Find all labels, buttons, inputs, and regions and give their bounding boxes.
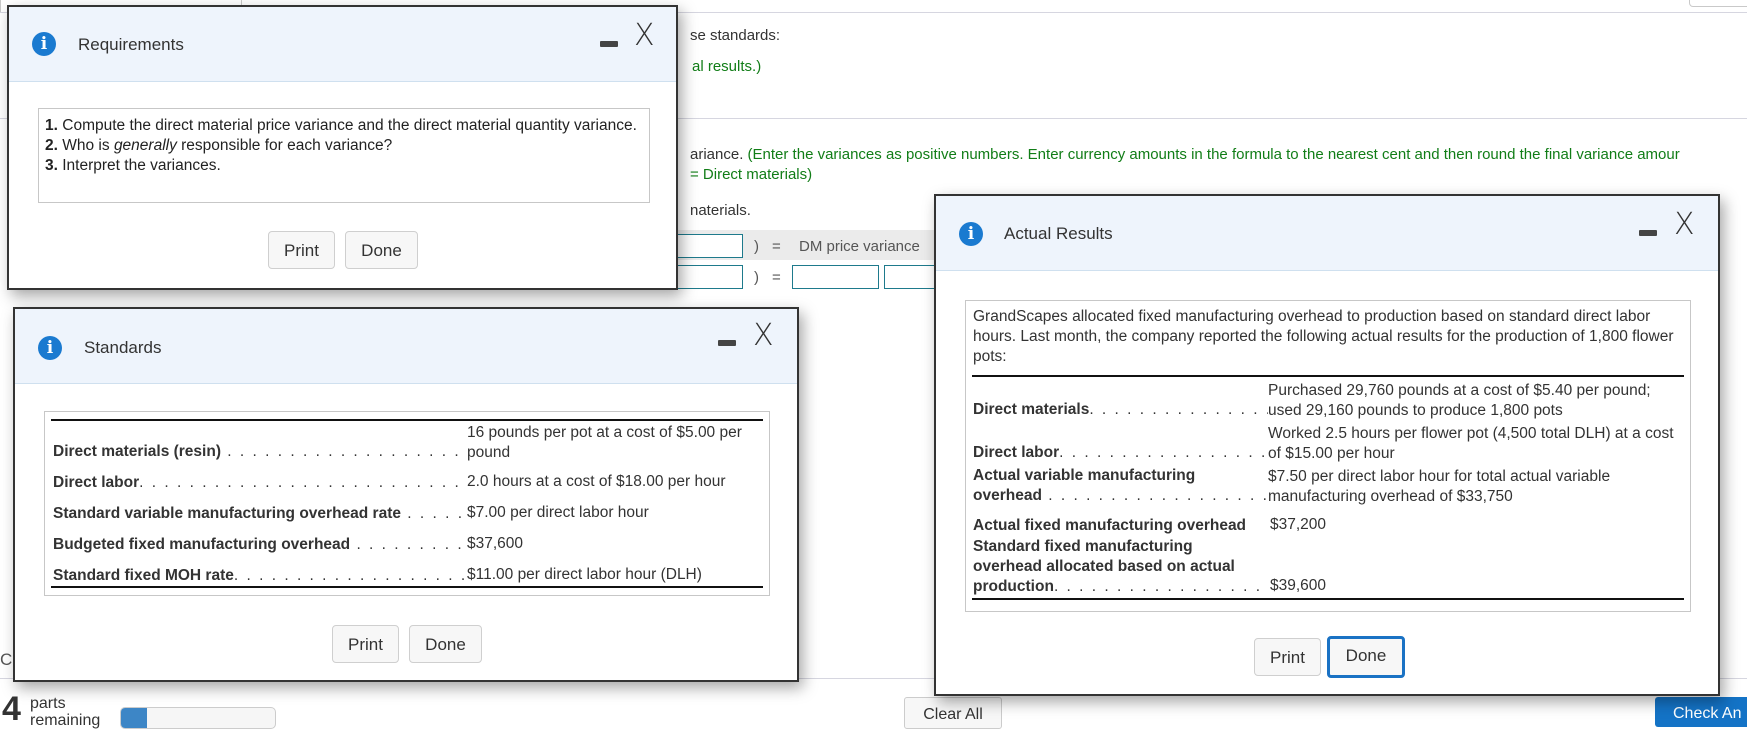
dialog-header: i Requirements X xyxy=(9,7,676,82)
dialog-header: i Standards X xyxy=(15,309,797,384)
close-icon[interactable]: X xyxy=(753,321,774,351)
actual-results-table: GrandScapes allocated fixed manufacturin… xyxy=(965,300,1691,612)
variance-amount-input[interactable] xyxy=(792,265,879,289)
actual-label-line1: Actual variable manufacturing xyxy=(973,467,1196,484)
actual-label: Actual fixed manufacturing overhead xyxy=(973,517,1247,534)
actual-value: Purchased 29,760 pounds at a cost of $5.… xyxy=(1268,382,1651,419)
actual-label-line2: overhead allocated based on actual xyxy=(973,558,1235,575)
requirement-item: 3. Interpret the variances. xyxy=(45,156,643,176)
remaining-label: remaining xyxy=(30,712,101,729)
item-emphasis: generally xyxy=(113,137,177,154)
instruction-text: ariance. xyxy=(690,146,748,163)
close-icon[interactable]: X xyxy=(1674,210,1695,240)
standard-label: Direct labor. . . . . . . . . . . . . . … xyxy=(53,474,467,491)
dialog-title: Standards xyxy=(84,338,162,357)
done-button[interactable]: Done xyxy=(1327,636,1405,678)
actual-label-line1: Standard fixed manufacturing xyxy=(973,538,1193,555)
actual-value: $39,600 xyxy=(1270,577,1327,594)
info-icon: i xyxy=(959,222,983,246)
standard-value: $37,600 xyxy=(467,535,524,552)
instruction-note-2: = Direct materials) xyxy=(690,166,813,183)
top-right-button[interactable] xyxy=(1689,0,1747,7)
progress-fill xyxy=(121,708,148,728)
requirement-item: 2. Who is generally responsible for each… xyxy=(45,136,643,156)
table-bottom-rule xyxy=(51,586,763,588)
print-button[interactable]: Print xyxy=(1254,638,1321,676)
actual-value: $7.50 per direct labor hour for total ac… xyxy=(1268,468,1611,505)
item-text: Compute the direct material price varian… xyxy=(62,117,637,134)
requirements-list: 1. Compute the direct material price var… xyxy=(38,108,650,203)
done-button[interactable]: Done xyxy=(345,231,418,269)
part-instruction: ariance. (Enter the variances as positiv… xyxy=(690,146,1680,163)
bg-text-fragment: C xyxy=(0,650,13,669)
info-icon: i xyxy=(38,336,62,360)
table-top-rule xyxy=(972,375,1684,377)
print-button[interactable]: Print xyxy=(268,231,335,269)
parts-label: parts xyxy=(30,695,66,712)
close-icon[interactable]: X xyxy=(634,21,655,51)
question-text-fragment: se standards: xyxy=(690,27,781,44)
item-number: 3. xyxy=(45,157,58,174)
intro-text: GrandScapes allocated fixed manufacturin… xyxy=(973,308,1674,365)
minimize-icon[interactable] xyxy=(600,41,618,47)
paren: ) xyxy=(754,269,759,286)
actual-results-dialog: i Actual Results X GrandScapes allocated… xyxy=(934,194,1720,696)
actual-label: Direct labor. . . . . . . . . . . . . . … xyxy=(973,444,1268,461)
progress-bar xyxy=(120,707,276,729)
table-bottom-rule xyxy=(972,598,1684,600)
print-button[interactable]: Print xyxy=(332,625,399,663)
minimize-icon[interactable] xyxy=(1639,230,1657,236)
dialog-title: Actual Results xyxy=(1004,224,1113,243)
item-text: Who is xyxy=(62,137,114,154)
dialog-header: i Actual Results X xyxy=(936,196,1718,271)
parts-remaining-count: 4 xyxy=(2,690,21,728)
info-icon: i xyxy=(32,32,56,56)
check-answer-button[interactable]: Check An xyxy=(1655,697,1747,727)
actual-value: Worked 2.5 hours per flower pot (4,500 t… xyxy=(1268,425,1674,462)
item-text: Interpret the variances. xyxy=(62,157,221,174)
minimize-icon[interactable] xyxy=(718,340,736,346)
actual-label: Direct materials. . . . . . . . . . . . … xyxy=(973,401,1268,418)
standards-table: 16 pounds per pot at a cost of $5.00 per… xyxy=(44,411,770,596)
standards-dialog: i Standards X 16 pounds per pot at a cos… xyxy=(13,307,799,682)
standard-label: Standard fixed MOH rate. . . . . . . . .… xyxy=(53,567,467,584)
standard-label: Budgeted fixed manufacturing overhead . … xyxy=(53,536,467,553)
standard-value: $11.00 per direct labor hour (DLH) xyxy=(467,566,702,583)
standard-value: 2.0 hours at a cost of $18.00 per hour xyxy=(467,473,726,490)
standard-label: Standard variable manufacturing overhead… xyxy=(53,505,465,522)
actual-label: overhead . . . . . . . . . . . . . . . .… xyxy=(973,487,1268,504)
clear-all-button[interactable]: Clear All xyxy=(904,697,1002,729)
standard-value: $7.00 per direct labor hour xyxy=(467,504,649,521)
requirement-item: 1. Compute the direct material price var… xyxy=(45,116,643,136)
equals: = xyxy=(772,238,781,255)
table-top-rule xyxy=(51,419,763,421)
done-button[interactable]: Done xyxy=(409,625,482,663)
standard-label: Direct materials (resin) . . . . . . . .… xyxy=(53,443,467,460)
actual-label: production. . . . . . . . . . . . . . . … xyxy=(973,578,1268,595)
dialog-title: Requirements xyxy=(78,35,184,54)
standard-value: 16 pounds per pot at a cost of $5.00 per… xyxy=(467,424,742,461)
item-number: 1. xyxy=(45,117,58,134)
question-note-fragment: al results.) xyxy=(692,58,762,75)
actual-value: $37,200 xyxy=(1270,516,1327,533)
item-number: 2. xyxy=(45,137,58,154)
materials-text: naterials. xyxy=(690,202,751,219)
item-text: responsible for each variance? xyxy=(176,137,393,154)
paren: ) xyxy=(754,238,759,255)
dm-price-variance-label: DM price variance xyxy=(799,238,920,255)
equals: = xyxy=(772,269,781,286)
instruction-note: (Enter the variances as positive numbers… xyxy=(747,146,1680,163)
requirements-dialog: i Requirements X 1. Compute the direct m… xyxy=(7,5,678,290)
